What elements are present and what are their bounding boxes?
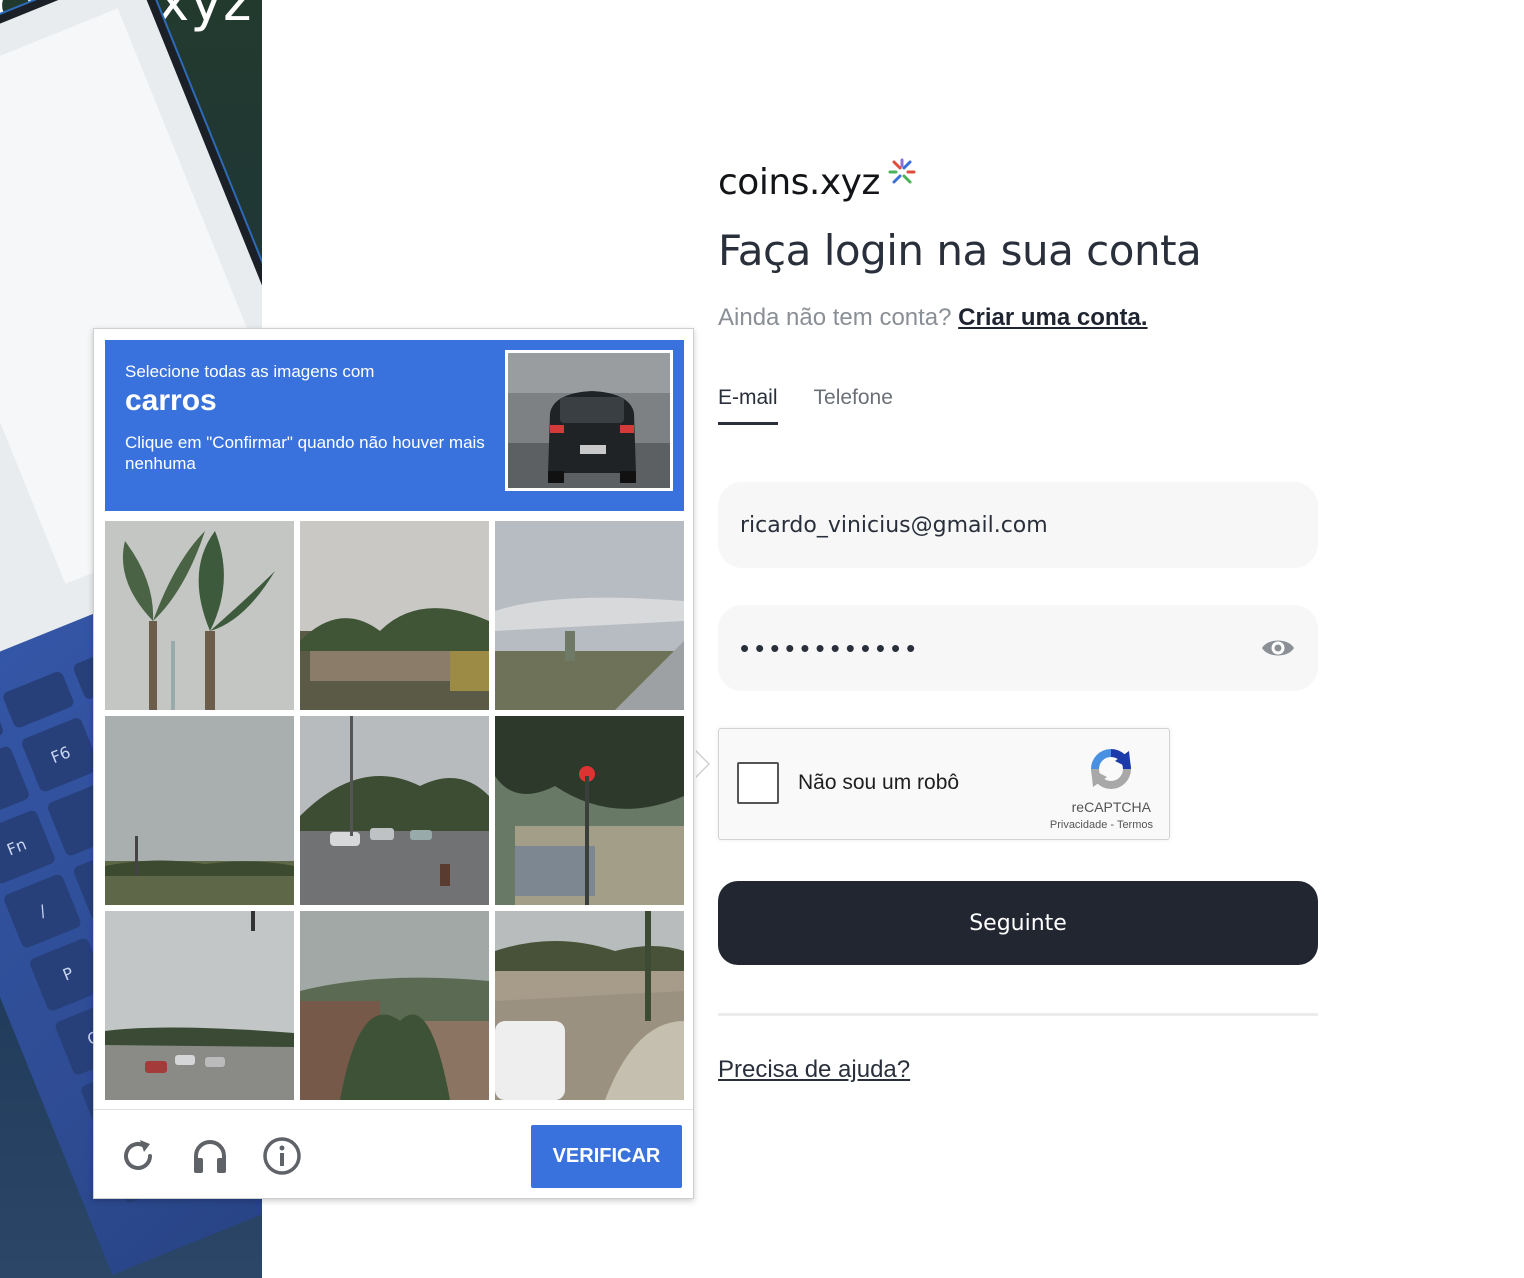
page-title: Faça login na sua conta — [718, 226, 1202, 275]
recaptcha-label: Não sou um robô — [798, 771, 960, 794]
signup-prompt-text: Ainda não tem conta? — [718, 304, 959, 331]
challenge-tile[interactable] — [495, 716, 684, 905]
login-method-tabs: E-mail Telefone — [718, 386, 893, 425]
email-input[interactable] — [740, 512, 1296, 538]
challenge-keyword: carros — [125, 384, 217, 417]
challenge-image-grid — [105, 521, 684, 1100]
verify-button[interactable]: VERIFICAR — [531, 1125, 682, 1188]
audio-challenge-icon[interactable] — [190, 1136, 230, 1176]
recaptcha-privacy-link[interactable]: Privacidade — [1050, 819, 1107, 831]
signup-prompt: Ainda não tem conta? Criar uma conta. — [718, 304, 1148, 332]
logo-mark-icon — [888, 158, 916, 184]
recaptcha-widget: Não sou um robô reCAPTCHA Privacidade - … — [718, 728, 1170, 840]
challenge-sample-image — [505, 350, 673, 491]
reload-icon[interactable] — [118, 1136, 158, 1176]
keyboard-key: / — [2, 872, 83, 949]
info-icon[interactable] — [262, 1136, 302, 1176]
show-password-eye-icon[interactable] — [1260, 630, 1296, 666]
keyboard-key: Fn — [0, 808, 57, 885]
challenge-tile[interactable] — [105, 716, 294, 905]
recaptcha-checkbox[interactable] — [737, 762, 779, 804]
divider — [718, 1013, 1318, 1016]
challenge-tile[interactable] — [300, 716, 489, 905]
challenge-pointer-arrow — [694, 750, 708, 778]
tab-email[interactable]: E-mail — [718, 386, 778, 425]
tab-phone[interactable]: Telefone — [814, 386, 893, 425]
email-field-container — [718, 482, 1318, 568]
password-input[interactable]: •••••••••••• — [740, 633, 1260, 664]
challenge-tile[interactable] — [495, 521, 684, 710]
recaptcha-logo-icon — [1091, 749, 1131, 789]
recaptcha-terms-link[interactable]: Termos — [1117, 819, 1153, 831]
challenge-tile[interactable] — [300, 911, 489, 1100]
create-account-link[interactable]: Criar uma conta. — [958, 304, 1147, 331]
help-link[interactable]: Precisa de ajuda? — [718, 1056, 910, 1084]
challenge-tile[interactable] — [300, 521, 489, 710]
recaptcha-link-separator: - — [1107, 819, 1117, 831]
recaptcha-links: Privacidade - Termos — [1050, 819, 1153, 831]
keyboard-key — [1, 670, 75, 730]
challenge-tile[interactable] — [105, 911, 294, 1100]
challenge-tile[interactable] — [495, 911, 684, 1100]
next-button[interactable]: Seguinte — [718, 881, 1318, 965]
challenge-tile[interactable] — [105, 521, 294, 710]
challenge-header: Selecione todas as imagens com carros Cl… — [105, 340, 684, 511]
recaptcha-image-challenge: Selecione todas as imagens com carros Cl… — [93, 328, 694, 1199]
recaptcha-brand: reCAPTCHA — [1071, 799, 1151, 815]
challenge-hint: Clique em "Confirmar" quando não houver … — [125, 433, 485, 473]
password-field-container: •••••••••••• — [718, 605, 1318, 691]
keyboard-key: F6 — [20, 716, 101, 793]
challenge-instruction: Selecione todas as imagens com — [125, 362, 375, 381]
logo-text: coins.xyz — [718, 162, 880, 203]
challenge-footer: VERIFICAR — [94, 1109, 693, 1199]
coins-logo[interactable]: coins.xyz — [718, 158, 916, 208]
